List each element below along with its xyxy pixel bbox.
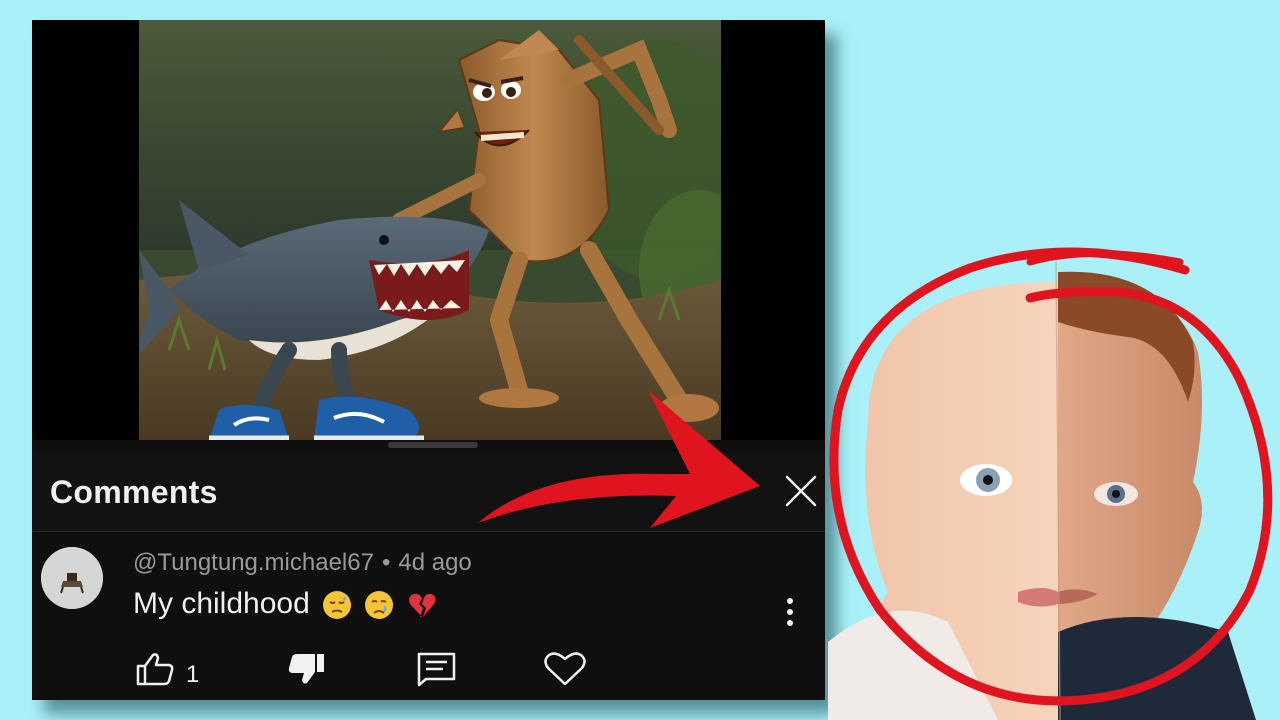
comment-body: My childhood (133, 587, 310, 620)
comments-title: Comments (50, 474, 218, 510)
more-options-icon[interactable] (780, 593, 800, 633)
drag-handle[interactable] (388, 442, 478, 448)
close-icon[interactable] (784, 474, 818, 508)
comments-header: Comments (32, 452, 825, 532)
reply-icon[interactable] (416, 651, 458, 687)
comments-panel: Comments @Tungtung.michael67 • 4d ago My c… (32, 20, 825, 700)
dislike-icon[interactable] (286, 651, 328, 687)
meta-separator: • (381, 549, 391, 576)
like-icon[interactable] (134, 651, 176, 687)
comment-text: My childhood (133, 587, 437, 621)
comment-author[interactable]: @Tungtung.michael67 (133, 549, 374, 576)
comment-meta: @Tungtung.michael67 • 4d ago (133, 549, 472, 577)
avatar[interactable] (41, 547, 103, 609)
video-frame-image (139, 20, 721, 440)
like-count: 1 (186, 661, 200, 688)
sort-icon[interactable] (668, 474, 702, 504)
downcast-face-emoji (323, 591, 352, 620)
heart-icon[interactable] (542, 651, 588, 687)
video-player[interactable] (32, 20, 825, 440)
comment-item: @Tungtung.michael67 • 4d ago My childhood (32, 533, 825, 700)
comment-actions: 1 (32, 651, 825, 701)
comment-time: 4d ago (398, 549, 472, 576)
crying-face-emoji (365, 591, 394, 620)
broken-heart-emoji (408, 593, 436, 618)
baby-comparison-photo (828, 262, 1256, 720)
